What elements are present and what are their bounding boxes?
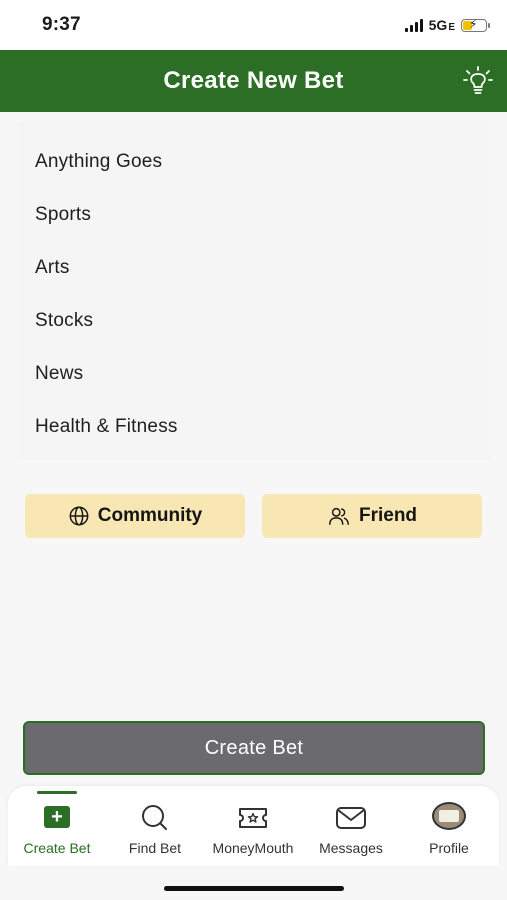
friend-button[interactable]: Friend xyxy=(262,494,482,538)
app-header: Create New Bet xyxy=(0,50,507,112)
avatar xyxy=(432,802,466,830)
category-news[interactable]: News xyxy=(17,347,490,400)
category-list: Anything Goes Sports Arts Stocks News He… xyxy=(17,122,490,460)
status-time: 9:37 xyxy=(42,14,81,35)
tab-label: Profile xyxy=(429,840,469,856)
community-button[interactable]: Community xyxy=(25,494,245,538)
home-indicator xyxy=(164,886,344,891)
lightbulb-icon[interactable] xyxy=(462,65,494,97)
friend-label: Friend xyxy=(358,505,418,526)
plus-square-icon: + xyxy=(44,806,70,828)
globe-icon xyxy=(69,506,89,526)
active-tab-indicator xyxy=(37,791,77,794)
category-anything-goes[interactable]: Anything Goes xyxy=(17,135,490,188)
create-bet-button[interactable]: Create Bet xyxy=(23,721,485,775)
tab-label: Create Bet xyxy=(23,840,91,856)
envelope-icon xyxy=(336,807,366,829)
ticket-icon xyxy=(239,808,267,828)
tab-bar: + Create Bet Find Bet MoneyMouth Message… xyxy=(8,786,499,866)
search-icon xyxy=(142,805,167,830)
category-health-fitness[interactable]: Health & Fitness xyxy=(17,400,490,453)
category-stocks[interactable]: Stocks xyxy=(17,294,490,347)
network-type: 5GE xyxy=(428,17,455,33)
tab-label: Find Bet xyxy=(128,840,182,856)
tab-find-bet[interactable]: Find Bet xyxy=(106,786,204,866)
network-suffix: E xyxy=(448,22,455,33)
tab-messages[interactable]: Messages xyxy=(302,786,400,866)
page-title: Create New Bet xyxy=(163,67,344,94)
tab-moneymouth[interactable]: MoneyMouth xyxy=(204,786,302,866)
signal-icon xyxy=(404,18,423,32)
users-icon xyxy=(329,507,349,525)
status-bar: 9:37 5GE ⚡ xyxy=(0,0,507,50)
tab-label: MoneyMouth xyxy=(212,840,294,856)
tab-profile[interactable]: Profile xyxy=(400,786,498,866)
tab-label: Messages xyxy=(319,840,383,856)
status-indicators: 5GE ⚡ xyxy=(404,17,490,33)
category-arts[interactable]: Arts xyxy=(17,241,490,294)
category-sports[interactable]: Sports xyxy=(17,188,490,241)
community-label: Community xyxy=(97,505,203,526)
tab-create-bet[interactable]: + Create Bet xyxy=(8,786,106,866)
battery-icon: ⚡ xyxy=(461,17,490,32)
